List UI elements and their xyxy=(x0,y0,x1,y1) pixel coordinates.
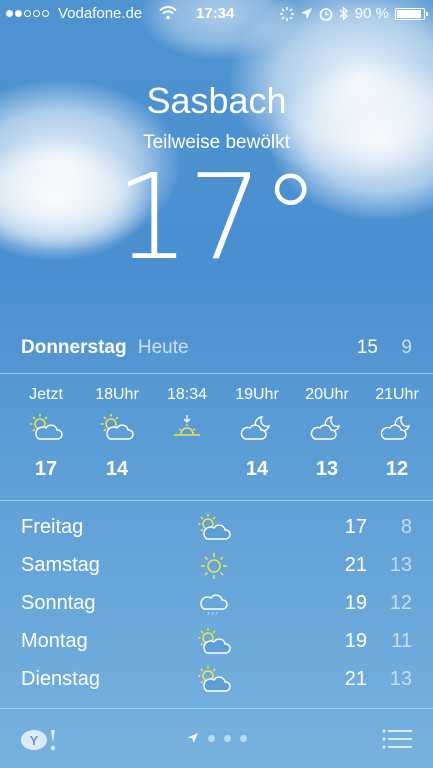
day-high: 21 xyxy=(344,668,367,690)
alarm-icon xyxy=(319,7,333,21)
wifi-icon xyxy=(159,6,177,20)
today-high: 15 xyxy=(356,337,378,358)
day-low: 11 xyxy=(391,630,412,652)
day-high: 17 xyxy=(344,516,367,538)
hour-temperature: 14 xyxy=(105,458,129,480)
day-name: Montag xyxy=(21,630,88,652)
partly-cloudy-day-icon xyxy=(198,514,231,540)
page-dot xyxy=(208,734,215,742)
day-low: 8 xyxy=(400,516,412,538)
divider xyxy=(0,708,433,709)
brightness-icon xyxy=(279,6,294,21)
page-dot xyxy=(224,734,231,742)
partly-cloudy-day-icon xyxy=(198,628,231,654)
day-high: 19 xyxy=(344,630,367,652)
daily-row: Dienstag 21 13 xyxy=(21,664,412,702)
daily-forecast: Freitag 17 8 Samstag 21 13 Sonntag 19 12… xyxy=(21,512,412,702)
hourly-item: 19Uhr 14 xyxy=(222,386,292,482)
carrier-name: Vodafone.de xyxy=(58,5,143,22)
hourly-item: 18:34 xyxy=(152,386,222,482)
daily-row: Sonntag 19 12 xyxy=(21,588,412,626)
bluetooth-icon xyxy=(339,6,348,21)
hour-label: 20Uhr xyxy=(305,386,349,403)
weather-screen: Vodafone.de 17:34 90 % Sasbach Teilweise… xyxy=(0,0,433,768)
hour-temperature: 13 xyxy=(315,458,339,480)
hourly-forecast[interactable]: Jetzt 17 18Uhr 14 18:34 19Uhr 14 20Uhr 1… xyxy=(0,386,433,496)
day-low: 13 xyxy=(389,554,412,576)
hour-label: 18Uhr xyxy=(95,386,139,403)
hour-temperature: 12 xyxy=(385,458,409,480)
city-name: Sasbach xyxy=(146,80,287,121)
divider xyxy=(0,500,433,501)
daily-row: Freitag 17 8 xyxy=(21,512,412,550)
day-low: 13 xyxy=(389,668,412,690)
today-low: 9 xyxy=(401,337,412,358)
page-indicator[interactable] xyxy=(187,732,247,744)
status-bar: Vodafone.de 17:34 90 % xyxy=(0,0,433,28)
partly-cloudy-day-icon xyxy=(198,666,231,692)
hourly-item: 20Uhr 13 xyxy=(292,386,362,482)
today-day-name: Donnerstag xyxy=(21,337,127,358)
svg-text:Y: Y xyxy=(30,733,39,748)
city-list-icon[interactable] xyxy=(382,728,412,750)
divider xyxy=(0,373,433,374)
partly-cloudy-night-icon xyxy=(380,416,411,440)
day-high: 21 xyxy=(344,554,367,576)
sunset-icon xyxy=(174,415,200,436)
day-low: 12 xyxy=(389,592,412,614)
day-name: Freitag xyxy=(21,516,84,538)
status-time: 17:34 xyxy=(196,5,235,22)
yahoo-logo-icon[interactable]: Y xyxy=(20,728,58,752)
hour-temperature: 17 xyxy=(34,458,58,480)
hour-label: 18:34 xyxy=(166,386,208,403)
partly-cloudy-night-icon xyxy=(240,416,271,440)
hour-temperature: 14 xyxy=(245,458,269,480)
hourly-item: Jetzt 17 xyxy=(11,386,81,482)
today-label: Heute xyxy=(137,337,189,358)
current-temperature: 17° xyxy=(114,148,320,286)
partly-cloudy-day-icon xyxy=(101,414,134,440)
location-arrow-icon xyxy=(300,8,312,19)
daily-row: Samstag 21 13 xyxy=(21,550,412,588)
battery-icon xyxy=(395,7,428,20)
hourly-item: 21Uhr 12 xyxy=(362,386,432,482)
day-name: Sonntag xyxy=(21,592,96,614)
day-name: Samstag xyxy=(21,554,100,576)
hour-label: 21Uhr xyxy=(375,386,419,403)
bottom-toolbar: Y xyxy=(0,712,433,768)
partly-cloudy-day-icon xyxy=(30,414,63,440)
battery-percentage: 90 % xyxy=(354,5,389,22)
sun-icon xyxy=(201,553,227,579)
day-high: 19 xyxy=(344,592,367,614)
daily-row: Montag 19 11 xyxy=(21,626,412,664)
signal-strength-icon xyxy=(6,10,49,17)
today-summary: Donnerstag Heute 15 9 xyxy=(21,337,412,363)
partly-cloudy-night-icon xyxy=(310,416,341,440)
hour-label: Jetzt xyxy=(29,386,63,403)
page-dot xyxy=(240,734,247,742)
day-name: Dienstag xyxy=(21,668,100,690)
hour-label: 19Uhr xyxy=(235,386,279,403)
hour-temperature xyxy=(152,458,222,482)
rain-cloud-icon xyxy=(200,594,228,616)
location-arrow-icon xyxy=(188,733,198,743)
hourly-item: 18Uhr 14 xyxy=(82,386,152,482)
